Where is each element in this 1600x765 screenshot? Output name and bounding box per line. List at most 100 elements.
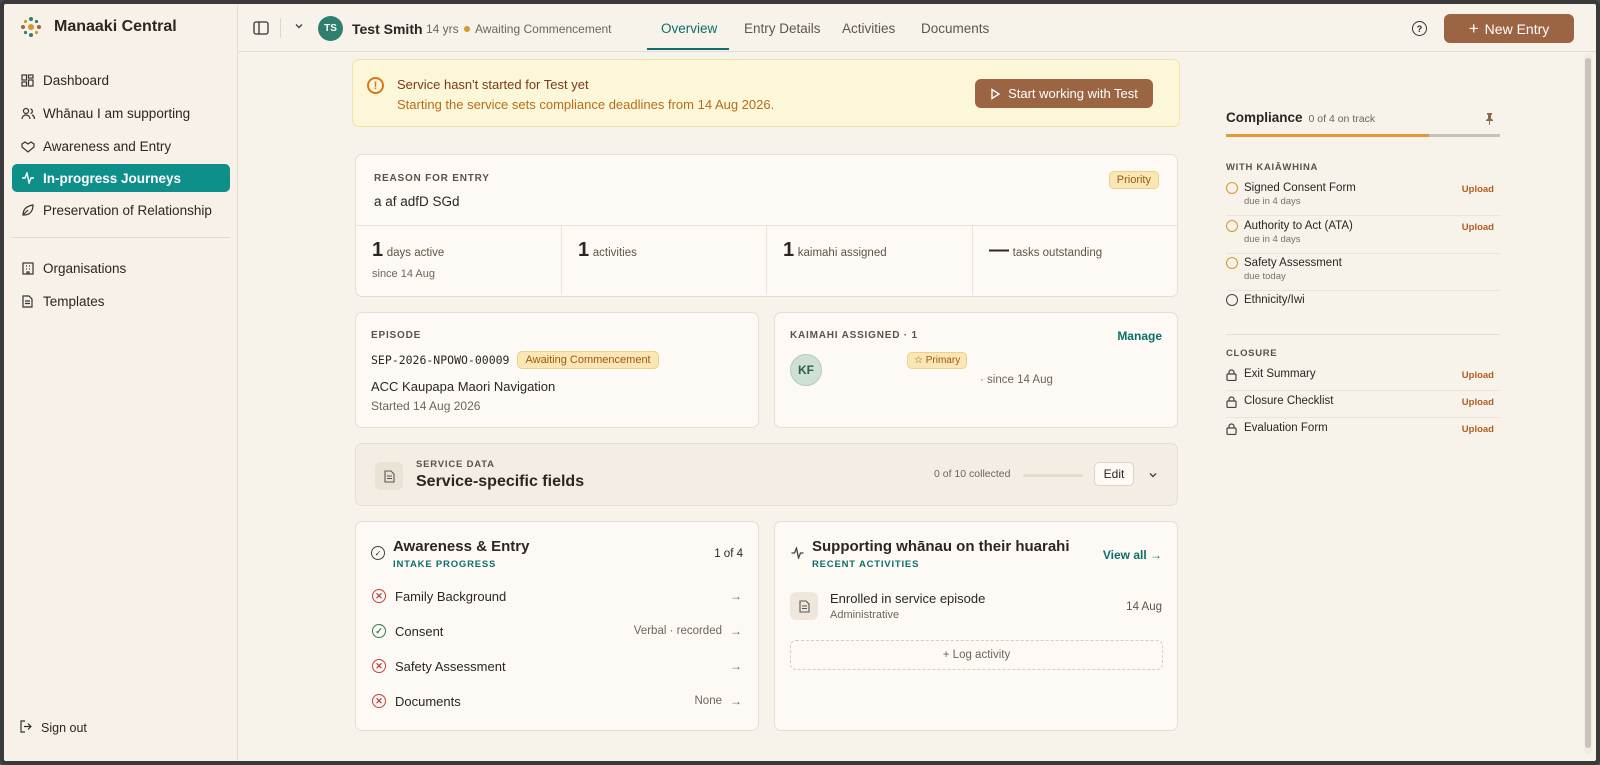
play-icon xyxy=(991,87,1001,100)
intake-item-consent[interactable]: ✓ Consent Verbal · recorded → xyxy=(372,619,742,643)
primary-badge: ☆ Primary xyxy=(907,352,968,369)
clock-icon xyxy=(1226,182,1238,194)
status-text: Awaiting Commencement xyxy=(475,22,612,36)
stat-unit: kaimahi assigned xyxy=(797,247,887,259)
banner-title: Service hasn't started for Test yet xyxy=(397,77,589,92)
start-working-label: Start working with Test xyxy=(1008,86,1138,101)
sidebar-item-preservation[interactable]: Preservation of Relationship xyxy=(12,196,230,224)
sidebar-item-label: Awareness and Entry xyxy=(43,138,172,154)
lock-icon xyxy=(1226,423,1237,435)
pin-icon[interactable] xyxy=(1484,112,1495,125)
kaimahi-since: · since 14 Aug xyxy=(980,374,1053,386)
handshake-icon xyxy=(20,139,35,154)
edit-button[interactable]: Edit xyxy=(1094,462,1134,486)
client-name: Test Smith xyxy=(352,21,423,37)
sign-out-button[interactable]: Sign out xyxy=(20,720,87,736)
compliance-item-name: Exit Summary xyxy=(1244,368,1316,380)
compliance-item-exit-summary[interactable]: Exit Summary Upload xyxy=(1226,368,1500,391)
tab-activities[interactable]: Activities xyxy=(842,21,895,36)
sidebar-item-label: Dashboard xyxy=(43,72,110,88)
compliance-item-name: Signed Consent Form xyxy=(1244,182,1356,194)
sidebar-item-dashboard[interactable]: Dashboard xyxy=(12,66,230,94)
sidebar-item-organisations[interactable]: Organisations xyxy=(12,254,230,282)
activity-date: 14 Aug xyxy=(1126,601,1162,613)
sidebar-item-journeys[interactable]: In-progress Journeys xyxy=(12,164,230,192)
tab-overview[interactable]: Overview xyxy=(661,21,717,36)
tab-documents[interactable]: Documents xyxy=(921,21,989,36)
sidebar-item-label: Whānau I am supporting xyxy=(43,105,191,121)
view-all-link[interactable]: View all → xyxy=(1103,548,1162,562)
clock-icon xyxy=(1226,220,1238,232)
kaimahi-card: KAIMAHI ASSIGNED · 1 Manage KF ☆ Primary… xyxy=(774,312,1178,428)
start-working-button[interactable]: Start working with Test xyxy=(975,79,1153,108)
logo[interactable]: Manaaki Central xyxy=(20,16,177,38)
stat-unit: tasks outstanding xyxy=(1012,247,1103,259)
activity-icon xyxy=(791,547,804,559)
primary-label: Primary xyxy=(925,355,961,366)
compliance-item-consent-form[interactable]: Signed Consent Form due in 4 days Upload xyxy=(1226,182,1500,216)
collected-progress xyxy=(1023,474,1083,477)
tab-entry-details[interactable]: Entry Details xyxy=(744,21,821,36)
scrollbar-thumb[interactable] xyxy=(1585,58,1591,748)
scrollbar[interactable] xyxy=(1584,54,1592,754)
compliance-item-due: due in 4 days xyxy=(1244,234,1301,245)
intake-item-documents[interactable]: ✕ Documents None → xyxy=(372,689,742,713)
episode-status-badge: Awaiting Commencement xyxy=(517,351,659,369)
sign-out-icon xyxy=(20,720,33,736)
manage-link[interactable]: Manage xyxy=(1117,329,1162,343)
intake-item-value: Verbal · recorded xyxy=(633,625,722,637)
sidebar: Manaaki Central Dashboard Whānau I am su… xyxy=(4,4,238,761)
compliance-item-ata[interactable]: Authority to Act (ATA) due in 4 days Upl… xyxy=(1226,220,1500,254)
sidebar-item-whanau[interactable]: Whānau I am supporting xyxy=(12,99,230,127)
sidebar-item-awareness[interactable]: Awareness and Entry xyxy=(12,132,230,160)
service-data-card[interactable]: SERVICE DATA Service-specific fields 0 o… xyxy=(355,443,1178,506)
activity-title[interactable]: Enrolled in service episode xyxy=(830,591,985,606)
intake-item-label: Family Background xyxy=(395,588,507,604)
activities-title: Supporting whānau on their huarahi xyxy=(812,538,1070,555)
sidebar-item-templates[interactable]: Templates xyxy=(12,287,230,315)
x-circle-icon: ✕ xyxy=(372,694,386,708)
app-name: Manaaki Central xyxy=(54,18,177,35)
episode-service: ACC Kaupapa Maori Navigation xyxy=(371,379,556,394)
activities-subtitle: RECENT ACTIVITIES xyxy=(812,559,920,570)
stat-value: 1 xyxy=(578,239,590,261)
upload-button[interactable]: Upload xyxy=(1462,424,1494,435)
kaimahi-avatar[interactable]: KF xyxy=(790,354,822,386)
sidebar-divider xyxy=(12,237,230,238)
upload-button[interactable]: Upload xyxy=(1462,184,1494,195)
compliance-item-name: Closure Checklist xyxy=(1244,395,1334,407)
new-entry-label: New Entry xyxy=(1484,20,1550,37)
service-not-started-banner: ! Service hasn't started for Test yet St… xyxy=(352,59,1180,127)
intake-item-family-background[interactable]: ✕ Family Background → xyxy=(372,584,742,608)
intake-count: 1 of 4 xyxy=(714,548,743,560)
chevron-down-icon[interactable] xyxy=(1147,469,1159,481)
compliance-item-name: Evaluation Form xyxy=(1244,422,1328,434)
kaimahi-label: KAIMAHI ASSIGNED · 1 xyxy=(790,330,918,341)
stat-since: since 14 Aug xyxy=(372,268,435,280)
log-activity-button[interactable]: + Log activity xyxy=(790,640,1163,670)
upload-button[interactable]: Upload xyxy=(1462,370,1494,381)
chevron-down-icon[interactable] xyxy=(293,20,305,32)
divider xyxy=(280,18,281,38)
help-icon[interactable]: ? xyxy=(1412,21,1427,36)
client-age: 14 yrs xyxy=(426,22,459,36)
check-circle-icon: ✓ xyxy=(372,624,386,638)
upload-button[interactable]: Upload xyxy=(1462,222,1494,233)
compliance-item-closure-checklist[interactable]: Closure Checklist Upload xyxy=(1226,395,1500,418)
stat-unit: days active xyxy=(386,247,445,259)
upload-button[interactable]: Upload xyxy=(1462,397,1494,408)
intake-item-safety-assessment[interactable]: ✕ Safety Assessment → xyxy=(372,654,742,678)
clock-icon xyxy=(1226,257,1238,269)
lock-icon xyxy=(1226,369,1237,381)
new-entry-button[interactable]: + New Entry xyxy=(1444,14,1574,43)
sidebar-toggle-icon[interactable] xyxy=(252,19,270,37)
document-icon xyxy=(20,294,35,309)
reason-text: a af adfD SGd xyxy=(374,194,460,209)
intake-subtitle: INTAKE PROGRESS xyxy=(393,559,497,570)
sidebar-item-label: In-progress Journeys xyxy=(43,170,182,186)
status-badge: Awaiting Commencement xyxy=(464,22,612,36)
compliance-title: Compliance xyxy=(1226,110,1303,125)
compliance-item-safety-assessment[interactable]: Safety Assessment due today xyxy=(1226,257,1500,291)
compliance-item-evaluation-form[interactable]: Evaluation Form Upload xyxy=(1226,422,1500,445)
compliance-item-ethnicity[interactable]: Ethnicity/Iwi xyxy=(1226,294,1500,316)
